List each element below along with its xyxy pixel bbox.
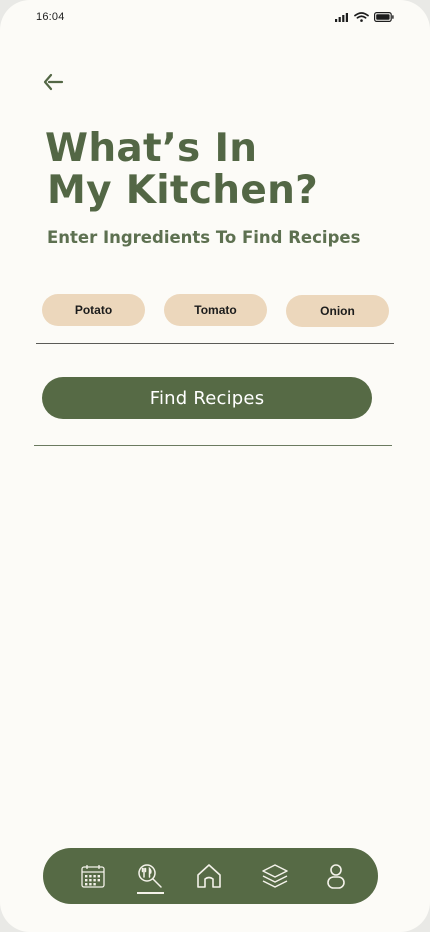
nav-calendar[interactable] [79,848,107,904]
page-subtitle: Enter Ingredients To Find Recipes [47,228,361,247]
status-bar: 16:04 [36,9,394,25]
nav-recipe-search[interactable] [135,848,165,904]
recipe-search-icon [136,862,164,890]
battery-icon [374,12,394,22]
profile-icon [325,862,347,890]
calendar-icon [80,863,106,889]
ingredient-chip-label: Onion [320,304,355,318]
page-title-line-2: My Kitchen? [47,168,319,213]
back-button[interactable] [40,73,66,95]
nav-profile[interactable] [324,848,348,904]
nav-active-indicator [137,892,164,894]
results-divider [34,445,392,446]
layers-icon [261,862,289,890]
ingredients-divider [36,343,394,344]
bottom-nav [43,848,378,904]
wifi-icon [354,12,369,22]
page-title: What’s In My Kitchen? [45,128,318,212]
nav-home[interactable] [194,848,224,904]
ingredient-chip-label: Potato [74,303,113,317]
nav-layers[interactable] [260,848,290,904]
signal-icon [335,12,349,22]
ingredient-chip-potato[interactable]: Potato [42,294,145,326]
find-recipes-button[interactable]: Find Recipes [42,377,372,419]
page-title-line-1: What’s In [45,126,258,171]
app-screen: 16:04 What’s In My Kitchen? Enter Ingred… [0,0,430,932]
ingredient-chip-tomato[interactable]: Tomato [164,294,267,326]
ingredient-chip-label: Tomato [194,303,237,317]
ingredient-chip-onion[interactable]: Onion [286,295,389,327]
back-arrow-icon [42,73,64,95]
home-icon [195,862,223,890]
status-icons [335,12,394,22]
status-time: 16:04 [36,11,65,23]
